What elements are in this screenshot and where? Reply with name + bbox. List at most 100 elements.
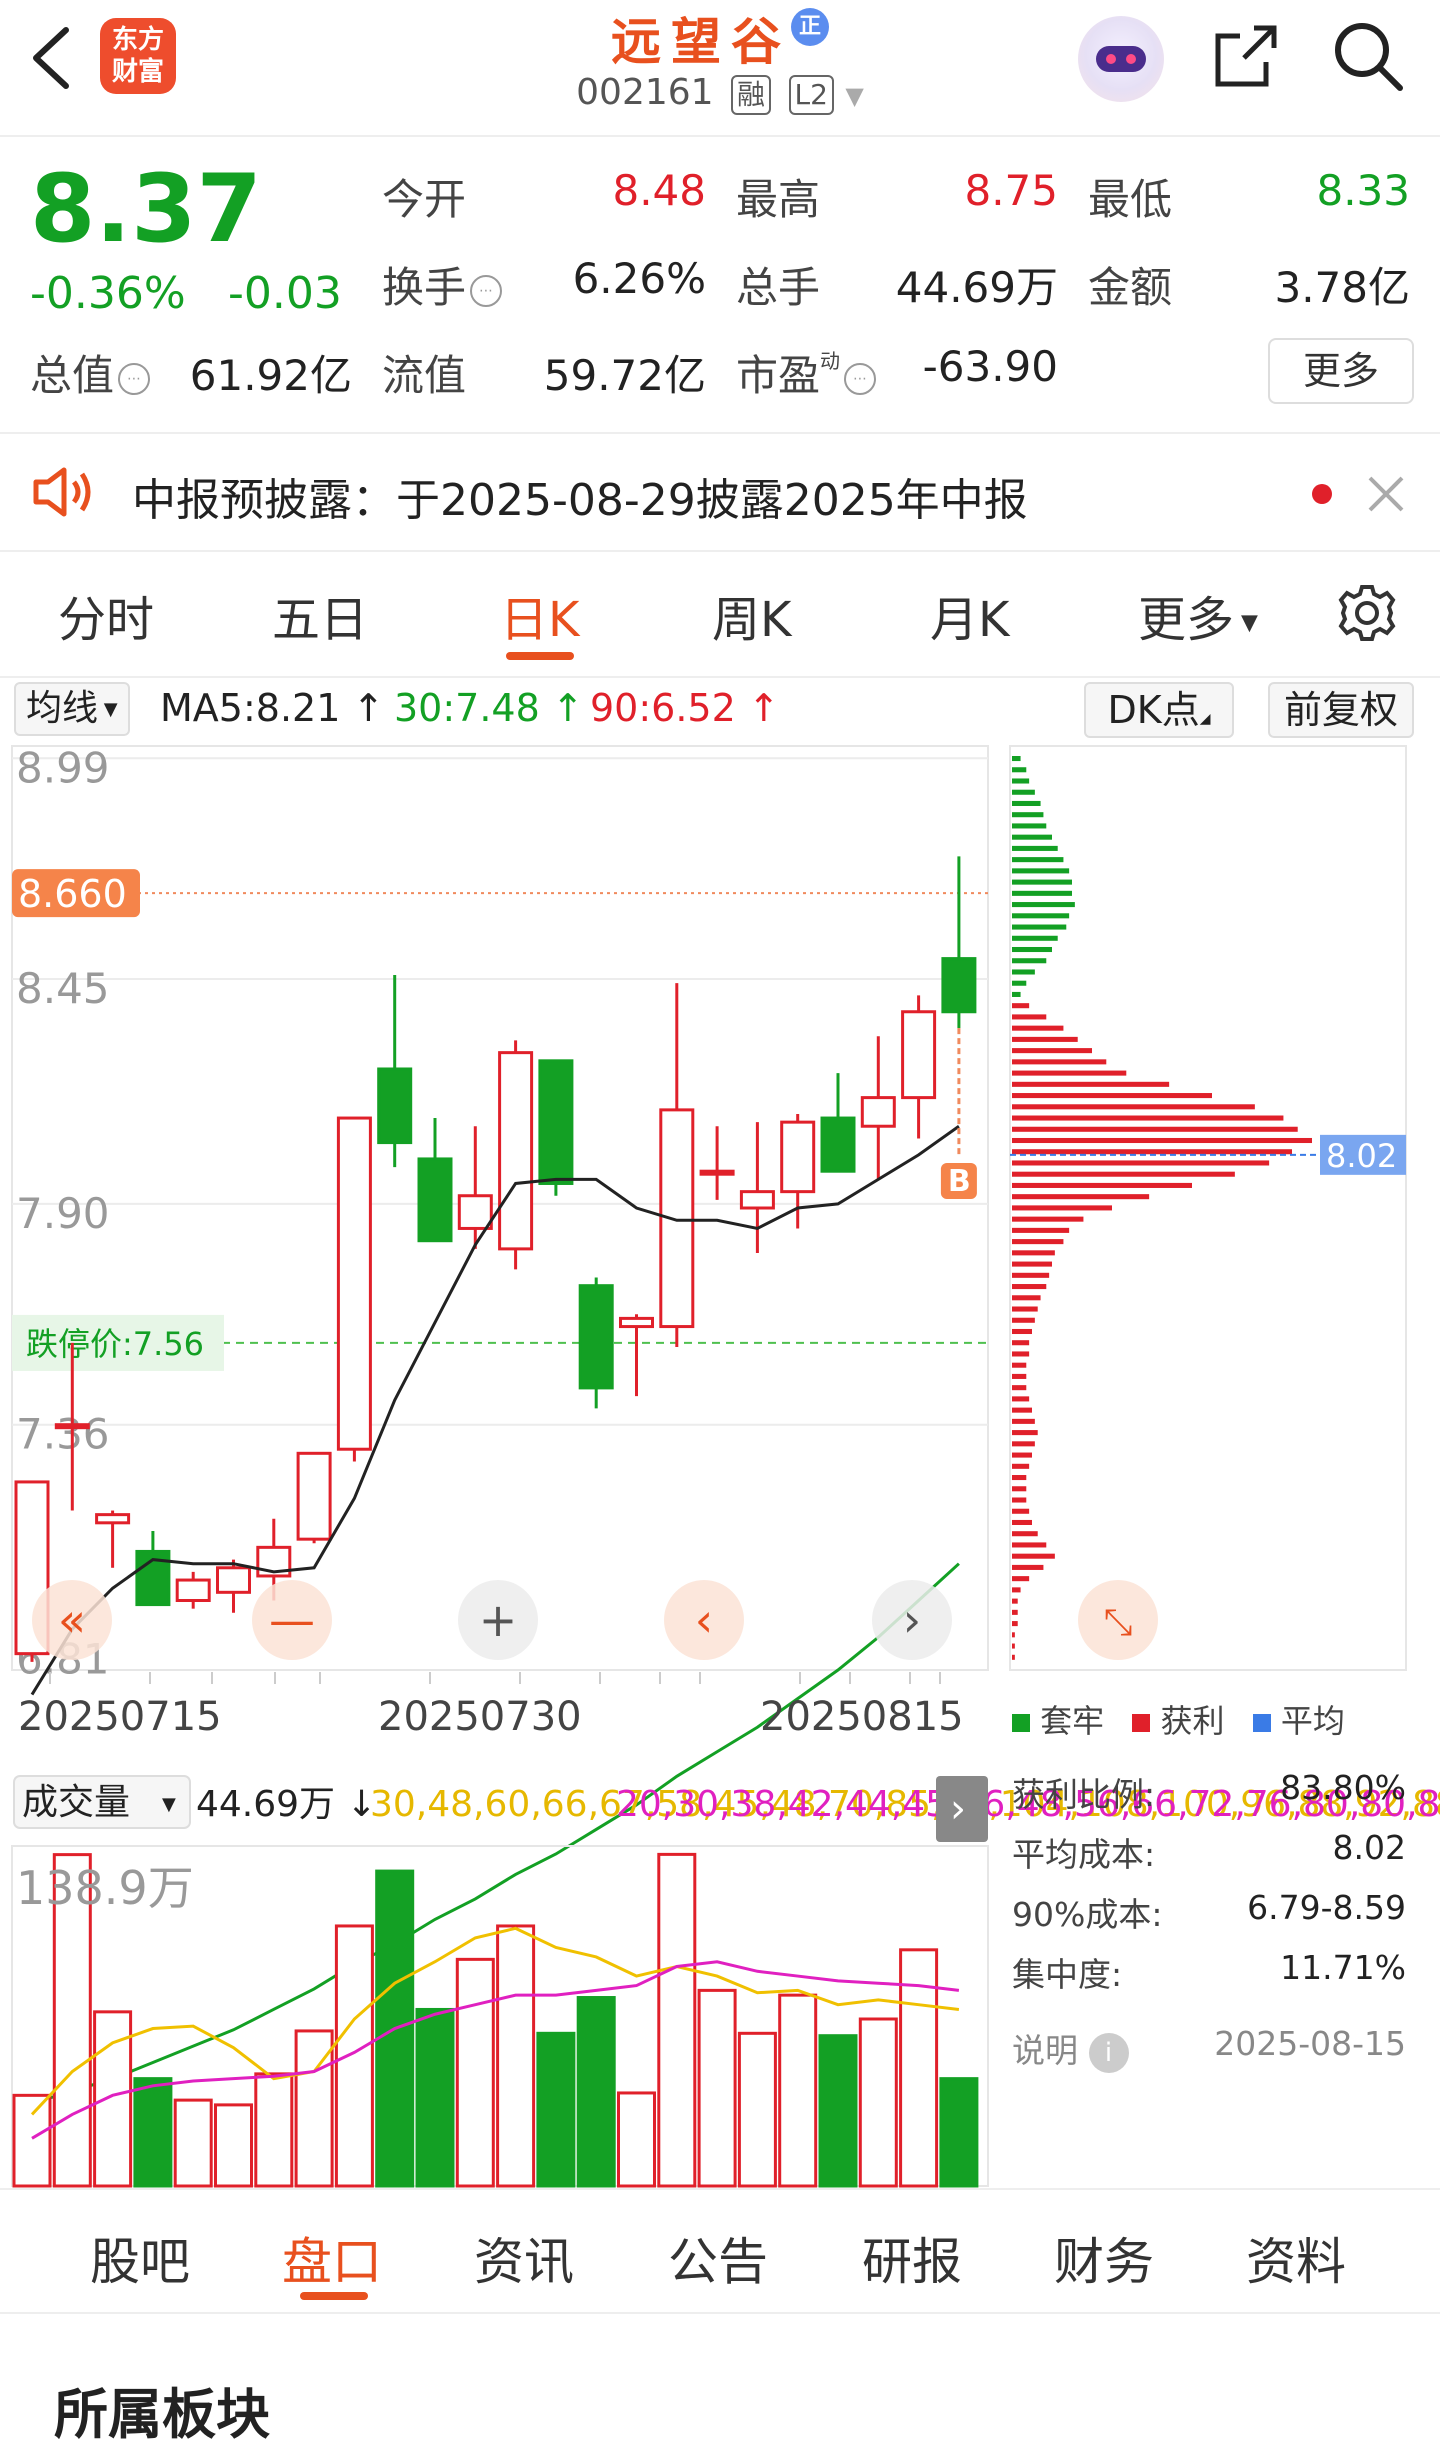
tab-more[interactable]: 更多 ▼ [1138,580,1258,650]
volume-bar [737,2031,777,2188]
chip-bar [1012,1216,1084,1222]
candle-body [739,1190,775,1210]
chip-bar [1012,1081,1170,1087]
candle-body [578,1284,614,1390]
settings-gear-icon[interactable] [1334,580,1400,646]
chip-bar [1012,1284,1047,1290]
chip-bar [1012,1407,1032,1413]
pe-label-text: 市盈 [736,351,821,400]
robot-avatar-icon[interactable] [1078,16,1164,102]
info-icon[interactable]: ⋯ [844,362,877,395]
volume-value: 44.69万 ↓ [196,1784,377,1825]
active-tab-indicator [506,652,574,660]
tab-intraday[interactable]: 分时 [58,580,154,650]
dk-point-label: DK点 [1107,688,1200,732]
tab-news[interactable]: 资讯 [474,2222,574,2294]
more-button[interactable]: 更多 [1268,338,1414,404]
chip-bar [1012,767,1027,773]
candle-body [901,1010,937,1100]
chip-bar [1012,1115,1284,1121]
legend-profit: 获利 [1160,1702,1225,1740]
chip-bar [1012,1093,1212,1099]
ma5-text: MA5:8.21 [160,686,341,730]
adjust-button[interactable]: 前复权 [1268,682,1414,738]
chip-bar [1012,1576,1030,1582]
share-icon[interactable] [1210,20,1282,92]
chip-bar [1012,1396,1030,1402]
legend-trapped: 套牢 [1040,1702,1105,1740]
chip-bar [1012,1553,1055,1559]
chip-bar [1012,1250,1055,1256]
chip-bar [1012,756,1021,762]
candle-body [296,1451,332,1541]
change-pct: -0.36% [30,268,186,319]
chip-date: 2025-08-15 [1214,2024,1406,2063]
info-icon[interactable]: ⋯ [118,362,151,395]
divider [0,2188,1440,2190]
rewind-icon-glyph: « [58,1593,86,1647]
candle-body [619,1316,654,1329]
tab-more-label: 更多 [1138,592,1235,648]
volume-max-label: 138.9万 [16,1861,194,1915]
chip-bar [1012,1261,1052,1267]
tab-orderbook[interactable]: 盘口 [282,2222,382,2294]
tab-finance[interactable]: 财务 [1054,2222,1154,2294]
margin-tag: 融 [731,75,772,115]
tab-forum[interactable]: 股吧 [90,2222,190,2294]
signal-label: B [948,1164,971,1199]
caret-down-icon: ▼ [1234,610,1258,636]
l2-tag: L2 [788,75,834,115]
tab-announcements[interactable]: 公告 [668,2222,768,2294]
open-label: 今开 [382,175,467,224]
mcap-label-text: 总值 [30,351,115,400]
search-icon[interactable] [1330,18,1406,94]
chip-bar [1012,778,1030,784]
tab-profile[interactable]: 资料 [1246,2222,1346,2294]
tab-daily-k[interactable]: 日K [500,580,579,650]
candle-body [417,1157,453,1243]
candle-body [95,1513,131,1525]
info-icon[interactable]: ⋯ [470,274,503,307]
zheng-badge: 正 [791,8,829,46]
tab-research[interactable]: 研报 [862,2222,962,2294]
notice-bar[interactable]: 中报预披露：于2025-08-29披露2025年中报 [0,432,1440,552]
chip-bar [1012,890,1072,896]
active-bottom-tab-indicator [300,2292,368,2300]
chip-legend: 套牢 获利 平均 [1012,1696,1345,1742]
chip-bar [1012,1205,1112,1211]
caret-down-icon: ▼ [162,1794,176,1815]
chip-bar [1012,1048,1092,1054]
candle-body [457,1194,493,1230]
tab-monthly-k[interactable]: 月K [930,580,1009,650]
volume-bar [778,1993,818,2188]
chip-bar [1012,857,1064,863]
volume-bar [173,2098,213,2188]
chip-bar [1012,1295,1041,1301]
chip-bar [1012,1463,1030,1469]
avg-cost-value: 8.02 [1332,1828,1406,1867]
dk-point-button[interactable]: DK点◢ [1084,682,1234,738]
avg-cost-label: 平均成本: [1012,1835,1156,1874]
mcap-value: 61.92亿 [189,351,352,400]
indicator-selector[interactable]: 均线 ▼ [14,682,130,736]
chip-bar [1012,902,1075,908]
tab-weekly-k[interactable]: 周K [712,580,791,650]
limit-down-label: 跌停价:7.56 [26,1325,204,1363]
unread-dot [1312,484,1332,504]
chip-bar [1012,1059,1107,1065]
volume-bar [455,1957,495,2188]
note-link[interactable]: 说明 i [1012,2024,1129,2073]
chip-bar [1012,1654,1015,1660]
chip-bar [1012,1194,1150,1200]
volume-bar [12,2093,52,2188]
chip-bar [1012,980,1027,986]
chip-bar [1012,1306,1038,1312]
float-value: 59.72亿 [543,351,706,400]
concentration-value: 11.71% [1280,1948,1406,1987]
close-icon[interactable] [1366,474,1406,514]
tab-five-day[interactable]: 五日 [272,580,368,650]
stock-code: 002161 [576,72,714,113]
chevron-down-icon: ▼ [845,82,864,110]
chip-bar [1012,958,1047,964]
candle-body [54,1423,90,1430]
